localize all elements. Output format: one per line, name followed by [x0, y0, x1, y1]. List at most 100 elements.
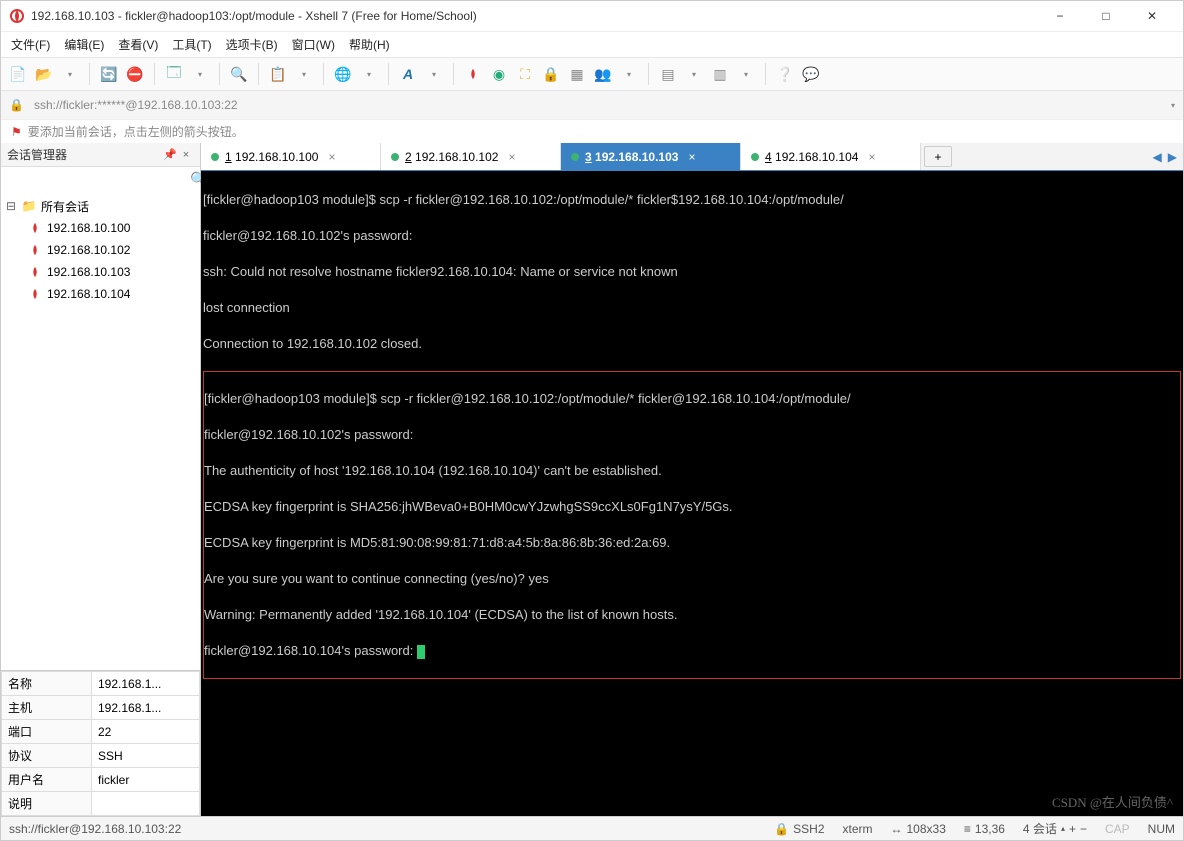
- session-item[interactable]: 192.168.10.103: [3, 261, 198, 283]
- menu-view[interactable]: 查看(V): [118, 36, 158, 53]
- font-icon[interactable]: A: [397, 63, 419, 85]
- plus-icon[interactable]: +: [1069, 822, 1076, 836]
- menu-tools[interactable]: 工具(T): [172, 36, 211, 53]
- terminal-line: [fickler@hadoop103 module]$ scp -r fickl…: [203, 191, 1181, 209]
- reconnect-icon[interactable]: 🔄: [98, 63, 120, 85]
- dropdown-icon[interactable]: ▾: [683, 63, 705, 85]
- menu-tabs[interactable]: 选项卡(B): [226, 36, 278, 53]
- menu-file[interactable]: 文件(F): [11, 36, 50, 53]
- tab-1[interactable]: 1 192.168.10.100×: [201, 143, 381, 170]
- tab-bar: 1 192.168.10.100× 2 192.168.10.102× 3 19…: [201, 143, 1183, 171]
- new-session-icon[interactable]: 📄: [7, 63, 29, 85]
- users-icon[interactable]: 👥: [592, 63, 614, 85]
- hint-text: 要添加当前会话，点击左侧的箭头按钮。: [28, 123, 244, 140]
- tab-next-icon[interactable]: ▶: [1168, 150, 1177, 164]
- menu-help[interactable]: 帮助(H): [349, 36, 390, 53]
- tab-close-icon[interactable]: ×: [328, 150, 335, 164]
- watermark: CSDN @在人间负债^: [1052, 794, 1173, 812]
- session-item[interactable]: 192.168.10.102: [3, 239, 198, 261]
- tab-3[interactable]: 3 192.168.10.103×: [561, 143, 741, 170]
- maximize-button[interactable]: □: [1083, 1, 1129, 31]
- dropdown-icon[interactable]: ▾: [59, 63, 81, 85]
- layout-icon[interactable]: ▦: [566, 63, 588, 85]
- window-title: 192.168.10.103 - fickler@hadoop103:/opt/…: [31, 9, 1037, 23]
- address-input[interactable]: [30, 96, 1165, 114]
- folder-icon: 📁: [21, 199, 37, 213]
- flag-icon[interactable]: ⚑: [11, 125, 22, 139]
- size-icon: ↔: [891, 822, 903, 836]
- tab-prev-icon[interactable]: ◀: [1153, 150, 1162, 164]
- tab-label: 192.168.10.104: [775, 150, 858, 164]
- collapse-icon[interactable]: ⊟: [5, 199, 17, 213]
- grid-icon[interactable]: ▤: [657, 63, 679, 85]
- minimize-button[interactable]: −: [1037, 1, 1083, 31]
- dropdown-icon[interactable]: ▾: [293, 63, 315, 85]
- tree-root[interactable]: ⊟ 📁 所有会话: [3, 195, 198, 217]
- tab-close-icon[interactable]: ×: [868, 150, 875, 164]
- open-folder-icon[interactable]: 📂: [33, 63, 55, 85]
- prop-key: 主机: [2, 696, 92, 720]
- cursor: [417, 645, 425, 659]
- tree-root-label: 所有会话: [41, 198, 89, 215]
- lock-icon: 🔒: [774, 822, 789, 836]
- terminal-line: ssh: Could not resolve hostname fickler9…: [203, 263, 1181, 281]
- tab-label: 192.168.10.103: [595, 150, 678, 164]
- prop-val: fickler: [92, 768, 200, 792]
- titlebar: 192.168.10.103 - fickler@hadoop103:/opt/…: [1, 1, 1183, 31]
- address-bar: 🔒 ▾: [1, 91, 1183, 119]
- xshell-icon[interactable]: [462, 63, 484, 85]
- session-label: 192.168.10.104: [47, 287, 130, 301]
- chat-icon[interactable]: 💬: [800, 63, 822, 85]
- tab-close-icon[interactable]: ×: [508, 150, 515, 164]
- prop-key: 说明: [2, 792, 92, 816]
- content: 1 192.168.10.100× 2 192.168.10.102× 3 19…: [201, 143, 1183, 816]
- tab-4[interactable]: 4 192.168.10.104 ×: [741, 143, 921, 170]
- expand-icon[interactable]: ⛶: [514, 63, 536, 85]
- copy-icon[interactable]: 📋: [267, 63, 289, 85]
- dropdown-icon[interactable]: ▾: [189, 63, 211, 85]
- sidebar-title: 会话管理器: [7, 146, 162, 163]
- address-dropdown-icon[interactable]: ▾: [1171, 101, 1175, 110]
- minus-icon[interactable]: −: [1080, 822, 1087, 836]
- prop-key: 端口: [2, 720, 92, 744]
- close-button[interactable]: ✕: [1129, 1, 1175, 31]
- search-icon[interactable]: 🔍: [228, 63, 250, 85]
- xftp-icon[interactable]: ◉: [488, 63, 510, 85]
- dropdown-icon[interactable]: ▾: [358, 63, 380, 85]
- session-properties: 名称192.168.1... 主机192.168.1... 端口22 协议SSH…: [1, 670, 200, 816]
- terminal[interactable]: [fickler@hadoop103 module]$ scp -r fickl…: [201, 171, 1183, 816]
- tab-2[interactable]: 2 192.168.10.102×: [381, 143, 561, 170]
- terminal-line: fickler@192.168.10.104's password:: [204, 642, 1180, 660]
- status-dot-icon: [571, 153, 579, 161]
- terminal-line: The authenticity of host '192.168.10.104…: [204, 462, 1180, 480]
- dropdown-icon[interactable]: ▾: [423, 63, 445, 85]
- menu-window[interactable]: 窗口(W): [292, 36, 335, 53]
- disconnect-icon[interactable]: ⛔: [124, 63, 146, 85]
- sidebar-search-input[interactable]: [5, 169, 190, 189]
- session-item[interactable]: 192.168.10.104: [3, 283, 198, 305]
- sidebar-header: 会话管理器 📌 ×: [1, 143, 200, 167]
- menu-edit[interactable]: 编辑(E): [64, 36, 104, 53]
- tab-add-button[interactable]: +: [924, 146, 952, 167]
- session-icon: [27, 287, 43, 301]
- dropdown-icon[interactable]: ▾: [618, 63, 640, 85]
- pin-icon[interactable]: 📌: [162, 148, 178, 161]
- status-sessions: 4 会话: [1023, 820, 1057, 837]
- terminal-line: ECDSA key fingerprint is SHA256:jhWBeva0…: [204, 498, 1180, 516]
- session-item[interactable]: 192.168.10.100: [3, 217, 198, 239]
- prop-val: 192.168.1...: [92, 672, 200, 696]
- help-icon[interactable]: ❔: [774, 63, 796, 85]
- terminal-line: fickler@192.168.10.102's password:: [203, 227, 1181, 245]
- properties-icon[interactable]: 🗔: [163, 63, 185, 85]
- dropdown-icon[interactable]: ▾: [735, 63, 757, 85]
- chevron-up-icon[interactable]: ▴: [1061, 824, 1065, 833]
- status-protocol: SSH2: [793, 822, 824, 836]
- status-url: ssh://fickler@192.168.10.103:22: [9, 822, 181, 836]
- lock-icon[interactable]: 🔒: [540, 63, 562, 85]
- tab-close-icon[interactable]: ×: [688, 150, 695, 164]
- list-icon[interactable]: ▥: [709, 63, 731, 85]
- sidebar-close-icon[interactable]: ×: [178, 149, 194, 161]
- tab-num: 4: [765, 150, 772, 164]
- hint-bar: ⚑ 要添加当前会话，点击左侧的箭头按钮。: [1, 119, 1183, 143]
- globe-icon[interactable]: 🌐: [332, 63, 354, 85]
